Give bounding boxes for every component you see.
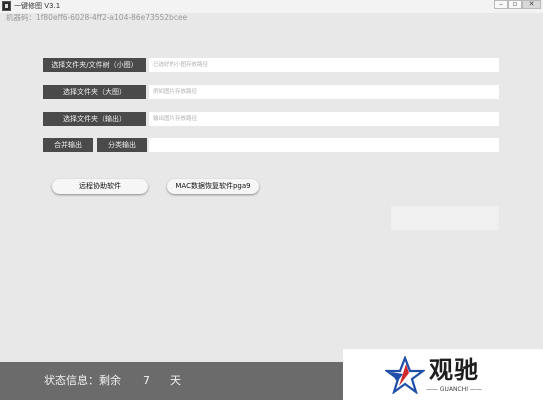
large-folder-input[interactable] (149, 85, 499, 99)
classify-output-button[interactable]: 分类输出 (97, 138, 147, 152)
machine-code: 机器码：1f80eff6-6028-4ff2-a104-86e73552bcee (6, 13, 188, 22)
select-large-folder-button[interactable]: 选择文件夹（大图） (43, 85, 146, 99)
app-icon (2, 1, 11, 11)
action-output-field[interactable] (149, 138, 499, 152)
merge-output-button[interactable]: 合并输出 (43, 138, 93, 152)
maximize-button[interactable]: ▫ (508, 0, 522, 9)
watermark: 观驰 —— GUANCHI —— (343, 349, 543, 400)
blank-panel (391, 206, 499, 230)
output-folder-input[interactable] (149, 112, 499, 126)
status-days-unit: 天 (170, 374, 181, 387)
small-folder-input[interactable] (149, 58, 499, 72)
watermark-subtitle: —— GUANCHI —— (426, 386, 482, 393)
star-logo-icon (385, 356, 425, 394)
minimize-button[interactable]: – (494, 0, 508, 9)
status-label: 状态信息：剩余 (44, 374, 121, 387)
select-output-folder-button[interactable]: 选择文件夹（输出） (43, 112, 146, 126)
select-small-folder-button[interactable]: 选择文件夹/文件树（小图） (43, 58, 146, 72)
remote-assist-button[interactable]: 远程协助软件 (52, 179, 148, 194)
mac-recovery-button[interactable]: MAC数据恢复软件pga9 (167, 179, 259, 194)
window-title: 一键修图 V3.1 (14, 2, 61, 10)
title-bar: 一键修图 V3.1 – ▫ ✕ (0, 0, 543, 13)
status-days-remaining: 7 (143, 374, 150, 387)
close-button[interactable]: ✕ (522, 0, 541, 9)
watermark-name: 观驰 (429, 356, 479, 384)
